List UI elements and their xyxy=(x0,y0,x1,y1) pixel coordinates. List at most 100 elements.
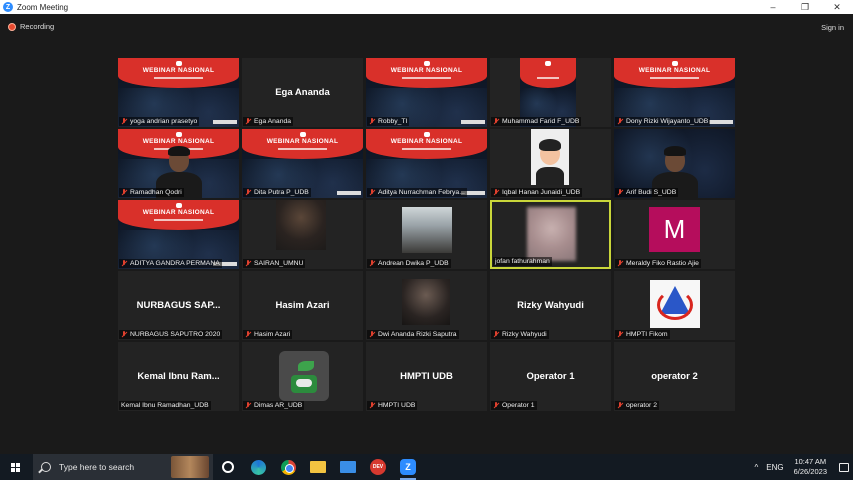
participant-name: ADITYA GANDRA PERMANA xyxy=(119,259,222,268)
mic-muted-icon xyxy=(121,189,127,196)
participant-name: Operator 1 xyxy=(491,401,537,410)
mic-muted-icon xyxy=(245,118,251,125)
participant-name: SAIRAN_UMNU xyxy=(243,259,306,268)
mic-muted-icon xyxy=(369,402,375,409)
participant-tile[interactable]: Operator 1 Operator 1 xyxy=(490,342,611,411)
mic-muted-icon xyxy=(369,331,375,338)
participant-name: Ega Ananda xyxy=(243,117,294,126)
file-explorer-icon[interactable] xyxy=(303,454,333,480)
participant-tile[interactable]: HMPTI UDB HMPTI UDB xyxy=(366,342,487,411)
mic-muted-icon xyxy=(245,189,251,196)
edge-icon[interactable] xyxy=(243,454,273,480)
taskbar-search[interactable]: Type here to search xyxy=(33,454,213,480)
participant-tile[interactable]: HMPTI Fikom xyxy=(614,271,735,340)
participant-tile[interactable]: Arif Budi S_UDB xyxy=(614,129,735,198)
participant-name: Muhammad Farid F_UDB xyxy=(491,117,582,126)
clock-time: 10:47 AM xyxy=(794,457,827,466)
participant-tile[interactable]: Hasim Azari Hasim Azari xyxy=(242,271,363,340)
dev-app-icon[interactable]: DEV xyxy=(363,454,393,480)
mic-muted-icon xyxy=(617,331,623,338)
participant-tile[interactable]: SAIRAN_UMNU xyxy=(242,200,363,269)
mic-muted-icon xyxy=(245,260,251,267)
participant-name: Dita Putra P_UDB xyxy=(243,188,311,197)
participant-tile[interactable]: WEBINAR NASIONAL ADITYA GANDRA PERMANA xyxy=(118,200,239,269)
windows-start-icon[interactable] xyxy=(4,454,26,480)
participant-name: Dony Rizki Wijayanto_UDB xyxy=(615,117,711,126)
meeting-area: Recording Sign in WEBINAR NASIONAL yoga … xyxy=(0,14,853,454)
profile-photo xyxy=(279,351,329,401)
maximize-button[interactable]: ❐ xyxy=(789,0,821,14)
zoom-logo-icon: Z xyxy=(3,2,13,12)
participant-tile[interactable]: WEBINAR NASIONAL Aditya Nurrachman Febry… xyxy=(366,129,487,198)
sign-in-button[interactable]: Sign in xyxy=(821,23,844,32)
participant-name: Arif Budi S_UDB xyxy=(615,188,679,197)
participant-tile[interactable]: Ega Ananda Ega Ananda xyxy=(242,58,363,127)
mic-muted-icon xyxy=(493,118,499,125)
participant-tile-active-speaker[interactable]: jofan fathurahman xyxy=(490,200,611,269)
mic-muted-icon xyxy=(245,331,251,338)
participant-name: yoga andrian prasetyo xyxy=(119,117,200,126)
participant-tile[interactable]: WEBINAR NASIONAL yoga andrian prasetyo xyxy=(118,58,239,127)
participant-name: Kemal Ibnu Ramadhan_UDB xyxy=(119,401,211,410)
minimize-button[interactable]: – xyxy=(757,0,789,14)
notification-icon[interactable] xyxy=(835,454,853,480)
clock[interactable]: 10:47 AM 6/26/2023 xyxy=(794,457,827,477)
participant-name: Robby_TI xyxy=(367,117,410,126)
participant-tile[interactable]: Kemal Ibnu Ram... Kemal Ibnu Ramadhan_UD… xyxy=(118,342,239,411)
window-controls: – ❐ ✕ xyxy=(757,0,853,14)
participant-name: Ramadhan Qodri xyxy=(119,188,184,197)
participant-tile[interactable]: WEBINAR NASIONAL Robby_TI xyxy=(366,58,487,127)
participant-name: NURBAGUS SAPUTRO 2020 xyxy=(119,330,223,339)
participant-tile[interactable]: WEBINAR NASIONAL Dony Rizki Wijayanto_UD… xyxy=(614,58,735,127)
title-bar: Z Zoom Meeting – ❐ ✕ xyxy=(0,0,853,14)
close-button[interactable]: ✕ xyxy=(821,0,853,14)
mic-muted-icon xyxy=(617,118,623,125)
chrome-icon[interactable] xyxy=(273,454,303,480)
window-title: Zoom Meeting xyxy=(17,2,69,12)
mic-muted-icon xyxy=(493,402,499,409)
participant-name: Dimas AR_UDB xyxy=(243,401,305,410)
participant-tile[interactable]: WEBINAR NASIONAL Dita Putra P_UDB xyxy=(242,129,363,198)
avatar: M xyxy=(649,207,700,252)
participant-name: operator 2 xyxy=(615,401,659,410)
mic-muted-icon xyxy=(617,260,623,267)
participant-name: Hasim Azari xyxy=(243,330,293,339)
tray-overflow-icon[interactable]: ^ xyxy=(755,463,759,472)
participant-tile[interactable]: WEBINAR NASIONAL Ramadhan Qodri xyxy=(118,129,239,198)
participant-name: Iqbal Hanan Junaidi_UDB xyxy=(491,188,583,197)
mic-muted-icon xyxy=(245,402,251,409)
mic-muted-icon xyxy=(493,331,499,338)
task-view-icon[interactable] xyxy=(213,454,243,480)
profile-photo xyxy=(402,207,452,253)
participant-tile[interactable]: Muhammad Farid F_UDB xyxy=(490,58,611,127)
search-highlight-image xyxy=(171,456,209,478)
mic-muted-icon xyxy=(121,331,127,338)
recording-indicator[interactable]: Recording xyxy=(8,22,54,31)
participant-tile[interactable]: Dimas AR_UDB xyxy=(242,342,363,411)
mic-muted-icon xyxy=(369,260,375,267)
system-tray: ^ ENG 10:47 AM 6/26/2023 xyxy=(751,454,853,480)
participant-name: Dwi Ananda Rizki Saputra xyxy=(367,330,459,339)
zoom-taskbar-icon[interactable]: Z xyxy=(393,454,423,480)
participant-name: Meraldy Fiko Rastio Ajie xyxy=(615,259,701,268)
participant-name: HMPTI Fikom xyxy=(615,330,670,339)
search-icon xyxy=(41,462,51,472)
participant-tile[interactable]: Iqbal Hanan Junaidi_UDB xyxy=(490,129,611,198)
avatar xyxy=(531,129,569,185)
mic-muted-icon xyxy=(369,118,375,125)
participant-tile[interactable]: operator 2 operator 2 xyxy=(614,342,735,411)
participant-tile[interactable]: NURBAGUS SAP... NURBAGUS SAPUTRO 2020 xyxy=(118,271,239,340)
recording-label: Recording xyxy=(20,22,55,31)
participant-name: Rizky Wahyudi xyxy=(491,330,549,339)
participant-video xyxy=(276,200,326,250)
participant-name: jofan fathurahman xyxy=(493,257,552,266)
language-indicator[interactable]: ENG xyxy=(766,463,783,472)
participant-tile[interactable]: Andrean Dwika P_UDB xyxy=(366,200,487,269)
participant-tile[interactable]: Rizky Wahyudi Rizky Wahyudi xyxy=(490,271,611,340)
participant-tile[interactable]: Dwi Ananda Rizki Saputra xyxy=(366,271,487,340)
participant-tile[interactable]: M Meraldy Fiko Rastio Ajie xyxy=(614,200,735,269)
mail-icon[interactable] xyxy=(333,454,363,480)
clock-date: 6/26/2023 xyxy=(793,467,827,476)
mic-muted-icon xyxy=(121,260,127,267)
participant-name: Andrean Dwika P_UDB xyxy=(367,259,451,268)
